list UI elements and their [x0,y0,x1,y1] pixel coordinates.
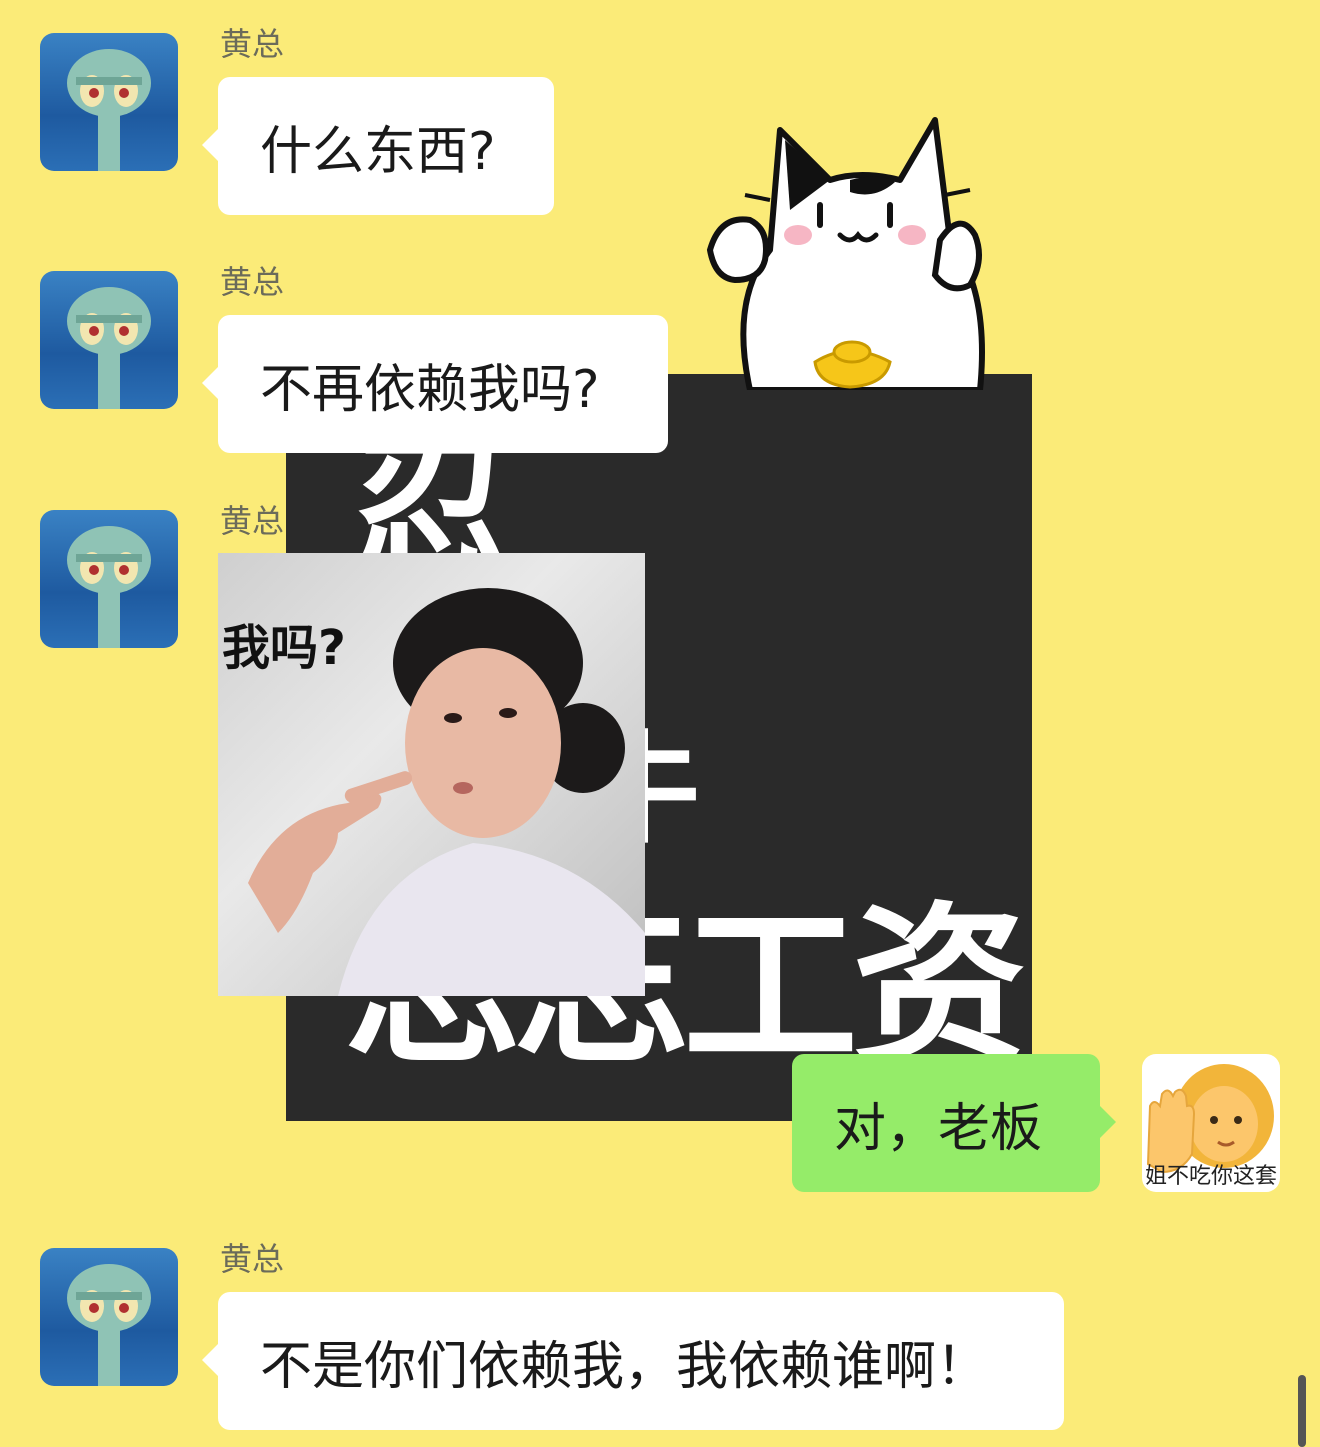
squidward-avatar-icon [67,49,151,171]
my-avatar[interactable]: 姐不吃你这套 [1142,1054,1280,1192]
scrollbar[interactable] [1298,1375,1306,1447]
sender-name: 黄总 [220,502,285,540]
sender-name: 黄总 [220,25,285,63]
sender-avatar[interactable] [40,271,178,409]
squidward-avatar-icon [67,287,151,409]
sender-name: 黄总 [220,263,285,301]
sender-avatar[interactable] [40,510,178,648]
sender-avatar[interactable] [40,33,178,171]
my-message-bubble[interactable]: 对，老板 [792,1054,1116,1192]
squidward-avatar-icon [67,1264,151,1386]
message-bubble[interactable]: 什么东西? [202,77,554,215]
message-bubble[interactable]: 不再依赖我吗? [202,315,668,453]
chat-wallpaper: 忍 牛 忘忘工资 [0,0,1320,1447]
squidward-avatar-icon [67,526,151,648]
lucky-cat-illustration [706,117,985,390]
sender-avatar[interactable] [40,1248,178,1386]
sticker-image[interactable]: 我吗? [218,553,645,996]
sender-name: 黄总 [220,1240,285,1278]
message-bubble[interactable]: 不是你们依赖我，我依赖谁啊！ [202,1292,1064,1430]
sticker-caption: 我吗? [222,620,346,676]
avatar-caption: 姐不吃你这套 [1144,1164,1277,1189]
